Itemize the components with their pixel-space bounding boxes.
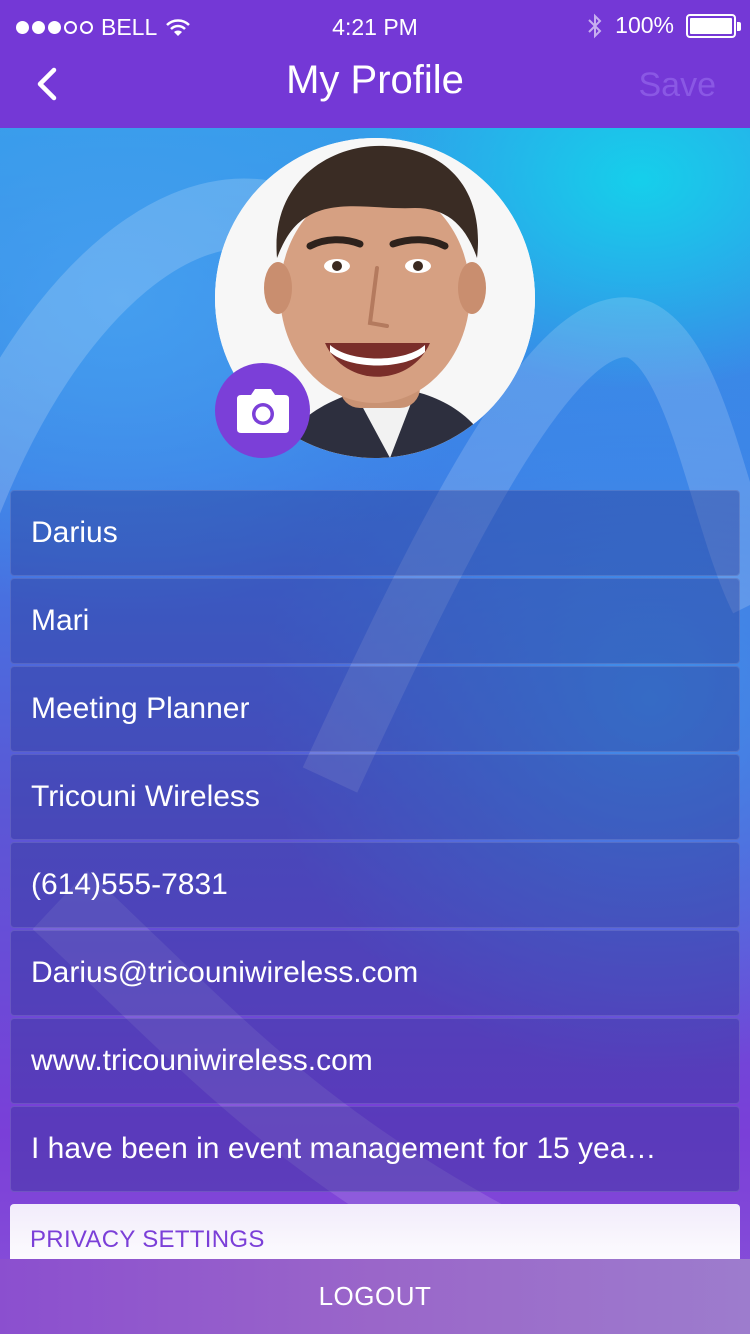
- camera-icon: [236, 388, 289, 433]
- header: BELL 4:21 PM 100% My Profile Save: [0, 0, 750, 128]
- bio-field[interactable]: I have been in event management for 15 y…: [10, 1106, 740, 1192]
- email-value: Darius@tricouniwireless.com: [31, 956, 419, 989]
- job-title-field[interactable]: Meeting Planner: [10, 666, 740, 752]
- website-field[interactable]: www.tricouniwireless.com: [10, 1018, 740, 1104]
- save-button[interactable]: Save: [639, 66, 717, 105]
- battery-icon: [686, 13, 741, 38]
- email-field[interactable]: Darius@tricouniwireless.com: [10, 930, 740, 1016]
- first-name-field[interactable]: Darius: [10, 490, 740, 576]
- battery-percent: 100%: [615, 12, 674, 38]
- first-name-value: Darius: [31, 516, 118, 549]
- company-value: Tricouni Wireless: [31, 780, 260, 813]
- website-value: www.tricouniwireless.com: [31, 1044, 373, 1077]
- avatar-container: [215, 138, 535, 458]
- phone-field[interactable]: (614)555-7831: [10, 842, 740, 928]
- logout-button[interactable]: LOGOUT: [0, 1259, 750, 1334]
- page-title: My Profile: [286, 58, 464, 102]
- nav-bar: My Profile Save: [0, 54, 750, 128]
- status-right: 100%: [587, 12, 741, 39]
- job-title-value: Meeting Planner: [31, 692, 250, 725]
- last-name-value: Mari: [31, 604, 90, 637]
- last-name-field[interactable]: Mari: [10, 578, 740, 664]
- bluetooth-icon: [588, 13, 602, 38]
- profile-fields: Darius Mari Meeting Planner Tricouni Wir…: [10, 490, 740, 1194]
- change-photo-button[interactable]: [215, 363, 310, 458]
- bio-value: I have been in event management for 15 y…: [31, 1132, 657, 1165]
- phone-value: (614)555-7831: [31, 868, 228, 901]
- company-field[interactable]: Tricouni Wireless: [10, 754, 740, 840]
- profile-screen: BELL 4:21 PM 100% My Profile Save Darius…: [0, 0, 750, 1334]
- status-bar: BELL 4:21 PM 100%: [0, 0, 750, 54]
